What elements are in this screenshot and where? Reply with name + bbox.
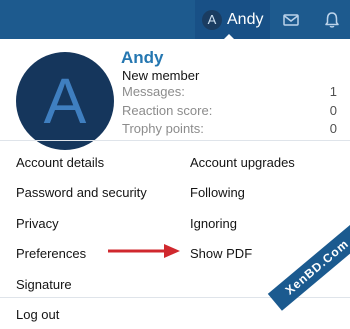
account-username: Andy (227, 10, 264, 28)
link-ignoring[interactable]: Ignoring (190, 216, 237, 231)
divider (0, 140, 350, 141)
profile-avatar[interactable]: A (16, 52, 114, 150)
stat-trophy-points[interactable]: Trophy points: 0 (122, 121, 337, 137)
stat-reaction-score[interactable]: Reaction score: 0 (122, 103, 337, 119)
stat-value: 0 (329, 121, 337, 136)
link-preferences[interactable]: Preferences (16, 246, 86, 261)
stat-label: Reaction score: (122, 103, 213, 118)
stat-value: 1 (329, 84, 337, 99)
account-menu-tab[interactable]: A Andy (195, 0, 270, 40)
link-account-upgrades[interactable]: Account upgrades (190, 155, 295, 170)
stat-label: Trophy points: (122, 121, 204, 136)
annotation-arrow-icon (108, 244, 180, 258)
logout-link[interactable]: Log out (16, 307, 59, 322)
avatar: A (202, 9, 222, 30)
top-navigation-bar: A Andy (0, 0, 350, 40)
user-title: New member (122, 68, 200, 83)
link-show-pdf[interactable]: Show PDF (190, 246, 252, 261)
inbox-icon[interactable] (281, 10, 301, 30)
profile-name-link[interactable]: Andy (121, 48, 164, 68)
link-account-details[interactable]: Account details (16, 155, 104, 170)
stat-messages[interactable]: Messages: 1 (122, 84, 337, 100)
stat-value: 0 (329, 103, 337, 118)
stat-label: Messages: (122, 84, 185, 99)
link-password-and-security[interactable]: Password and security (16, 185, 147, 200)
bell-icon[interactable] (322, 10, 342, 30)
link-following[interactable]: Following (190, 185, 245, 200)
link-privacy[interactable]: Privacy (16, 216, 59, 231)
link-signature[interactable]: Signature (16, 277, 72, 292)
